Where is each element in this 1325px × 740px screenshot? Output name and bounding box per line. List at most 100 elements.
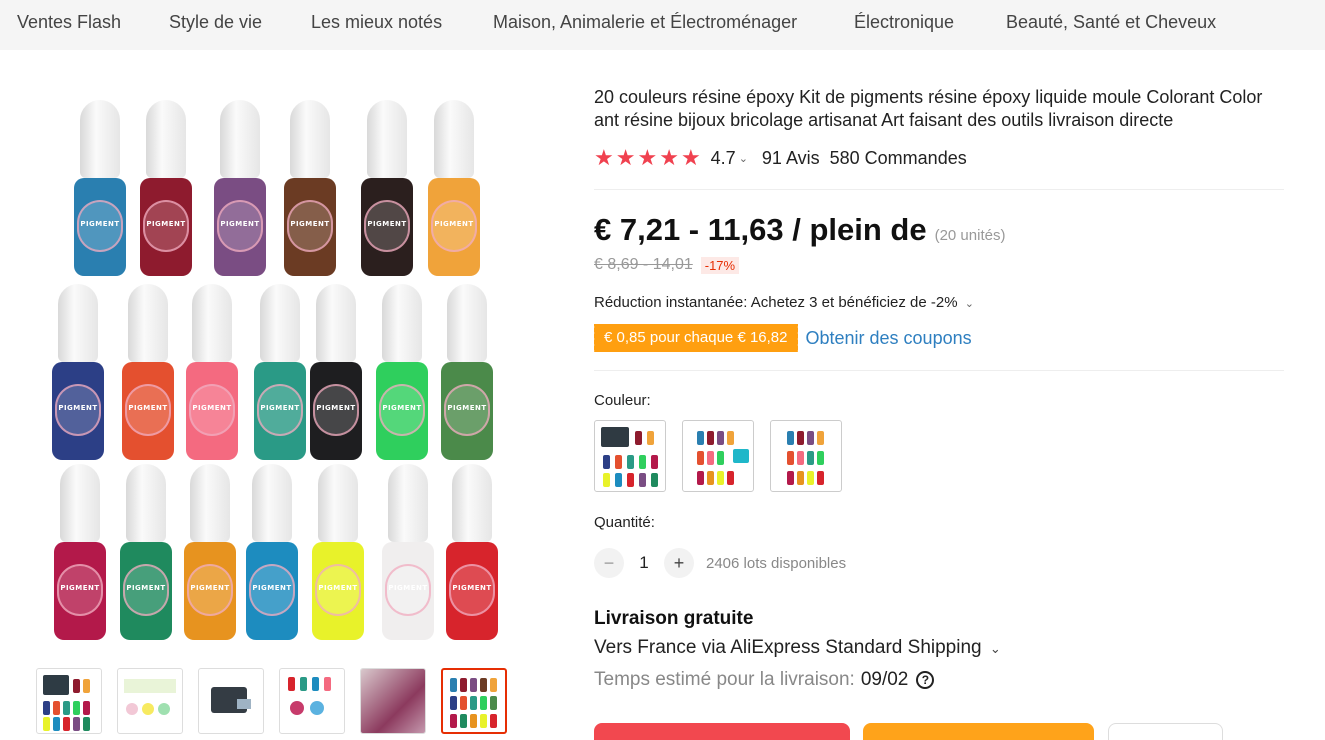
help-icon[interactable]: ?	[916, 671, 935, 689]
bottle-body: PIGMENT	[246, 542, 298, 640]
thumbnail-bottle	[300, 677, 307, 691]
star-icon: ★	[594, 145, 614, 170]
pigment-bottle: PIGMENT	[140, 100, 192, 276]
get-coupons-link[interactable]: Obtenir des coupons	[806, 328, 972, 349]
chevron-down-icon[interactable]: ⌄	[739, 152, 748, 165]
star-icon: ★	[659, 145, 679, 170]
nav-item-ventes-flash[interactable]: Ventes Flash	[17, 12, 121, 33]
quantity-input[interactable]	[624, 553, 664, 573]
color-option-3[interactable]	[770, 420, 842, 492]
discount-badge: -17%	[700, 256, 740, 274]
add-to-cart-button[interactable]	[863, 723, 1094, 740]
thumbnail-heart-shape	[142, 703, 154, 715]
shipping-method-text: Vers France via AliExpress Standard Ship…	[594, 637, 982, 658]
thumbnail-bottle	[73, 701, 80, 715]
price-units: (20 unités)	[934, 227, 1006, 244]
bottle-label-text: PIGMENT	[447, 404, 487, 412]
quantity-decrease-button[interactable]: −	[594, 548, 624, 578]
bottle-label: PIGMENT	[444, 384, 490, 436]
buy-now-button[interactable]	[594, 723, 850, 740]
product-title: 20 couleurs résine époxy Kit de pigments…	[594, 87, 1263, 130]
thumbnail-bottle	[470, 678, 477, 692]
bottle-cap	[252, 464, 292, 542]
bottle-body: PIGMENT	[122, 362, 174, 460]
divider	[594, 370, 1284, 371]
color-option-1[interactable]	[594, 420, 666, 492]
bottle-body: PIGMENT	[214, 178, 266, 276]
quantity-label: Quantité:	[594, 514, 655, 531]
swatch-bottle	[627, 473, 634, 487]
thumbnail-4[interactable]	[279, 668, 345, 734]
pigment-bottle: PIGMENT	[428, 100, 480, 276]
swatch-bottle	[615, 455, 622, 469]
reviews-link[interactable]: 91 Avis	[762, 148, 820, 169]
instant-discount-text: Réduction instantanée: Achetez 3 et béné…	[594, 294, 958, 311]
nav-item-mieux-notes[interactable]: Les mieux notés	[311, 12, 442, 33]
swatch-bottle	[707, 451, 714, 465]
star-icon: ★	[637, 145, 658, 170]
nav-item-maison[interactable]: Maison, Animalerie et Électroménager	[493, 12, 797, 33]
pigment-bottle: PIGMENT	[120, 464, 172, 640]
bottle-label: PIGMENT	[431, 200, 477, 252]
main-product-image[interactable]: PIGMENT PIGMENT PIGMENT PIGMENT PIGMENT PIGME…	[36, 78, 516, 653]
delivery-date: 09/02	[860, 669, 909, 690]
thumbnail-2[interactable]	[117, 668, 183, 734]
thumbnail-bottle	[470, 714, 477, 728]
bottle-body: PIGMENT	[120, 542, 172, 640]
swatch-bottle	[797, 451, 804, 465]
bottle-label-text: PIGMENT	[190, 584, 230, 592]
swatch-bottle	[727, 471, 734, 485]
bottle-label-text: PIGMENT	[316, 404, 356, 412]
color-label: Couleur:	[594, 392, 651, 409]
pigment-bottle: PIGMENT	[122, 284, 174, 460]
swatch-bottle	[647, 431, 654, 445]
thumbnail-bottle	[324, 677, 331, 691]
swatch-bottle	[717, 451, 724, 465]
thumbnail-heart-shape	[310, 701, 324, 715]
swatch-bottle	[651, 473, 658, 487]
shipping-method[interactable]: Vers France via AliExpress Standard Ship…	[594, 637, 1001, 659]
thumbnail-bottle	[288, 677, 295, 691]
thumbnail-1[interactable]	[36, 668, 102, 734]
thumbnail-bottle	[460, 696, 467, 710]
thumbnail-bottle	[450, 678, 457, 692]
thumbnail-5[interactable]	[360, 668, 426, 734]
bottle-body: PIGMENT	[446, 542, 498, 640]
delivery-label: Temps estimé pour la livraison:	[594, 669, 855, 690]
thumbnail-bottle	[53, 717, 60, 731]
quantity-increase-button[interactable]: +	[664, 548, 694, 578]
pigment-bottle: PIGMENT	[376, 284, 428, 460]
bottle-cap	[220, 100, 260, 178]
bottle-cap	[316, 284, 356, 362]
bottle-label-text: PIGMENT	[252, 584, 292, 592]
wishlist-button[interactable]	[1108, 723, 1223, 740]
swatch-box-shape	[601, 427, 629, 447]
swatch-bottle	[717, 471, 724, 485]
swatch-bottle	[651, 455, 658, 469]
color-option-2[interactable]	[682, 420, 754, 492]
swatch-bottle	[707, 431, 714, 445]
nav-item-beaute[interactable]: Beauté, Santé et Cheveux	[1006, 12, 1216, 33]
swatch-bottle	[615, 473, 622, 487]
thumbnail-bottle	[490, 678, 497, 692]
bottle-label: PIGMENT	[123, 564, 169, 616]
pigment-bottle: PIGMENT	[446, 464, 498, 640]
pigment-bottle: PIGMENT	[310, 284, 362, 460]
bottle-body: PIGMENT	[54, 542, 106, 640]
nav-item-style-de-vie[interactable]: Style de vie	[169, 12, 262, 33]
chevron-down-icon: ⌄	[964, 298, 974, 310]
thumbnail-bottle	[480, 678, 487, 692]
nav-item-electronique[interactable]: Électronique	[854, 12, 954, 33]
thumbnail-bottle	[450, 714, 457, 728]
thumbnail-heart-shape	[126, 703, 138, 715]
thumbnail-6-selected[interactable]	[441, 668, 507, 734]
instant-discount[interactable]: Réduction instantanée: Achetez 3 et béné…	[594, 294, 974, 311]
bottle-label: PIGMENT	[249, 564, 295, 616]
swatch-bottle	[697, 471, 704, 485]
rating-value[interactable]: 4.7	[711, 148, 736, 169]
bottle-label-text: PIGMENT	[146, 220, 186, 228]
thumbnail-3[interactable]	[198, 668, 264, 734]
thumbnail-bottle	[53, 701, 60, 715]
bottle-label-text: PIGMENT	[382, 404, 422, 412]
thumbnail-photo	[361, 669, 425, 733]
